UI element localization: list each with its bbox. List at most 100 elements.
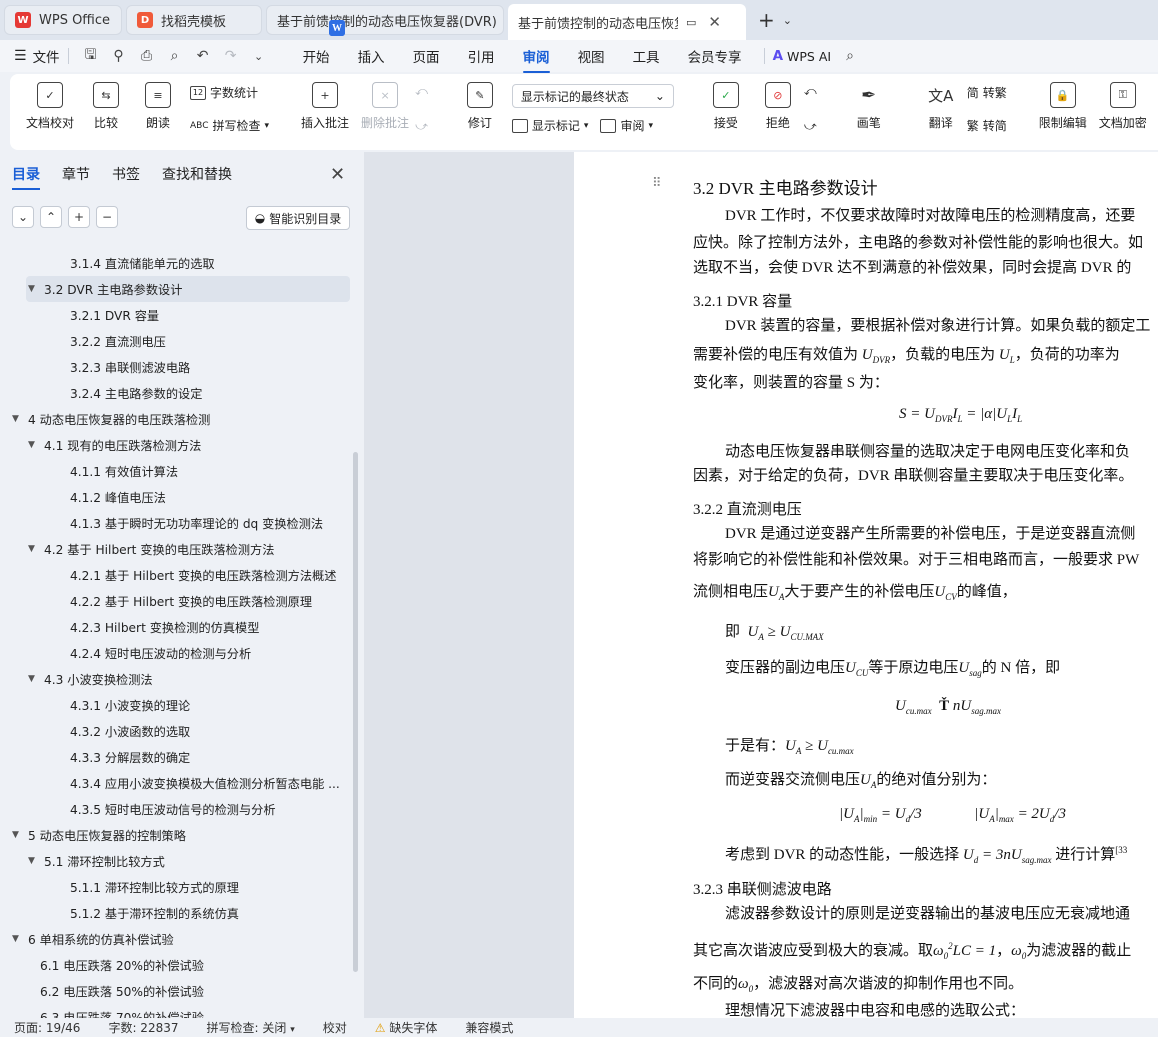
translate-button[interactable]: 文A 翻译: [921, 82, 961, 131]
chevron-down-icon[interactable]: ⌄: [783, 14, 792, 27]
expand-arrow-icon[interactable]: ▼: [28, 284, 40, 294]
missing-font-status[interactable]: ⚠ 缺失字体: [361, 1019, 452, 1036]
word-count-button[interactable]: 12 字数统计: [190, 84, 269, 101]
compare-button[interactable]: ⇆ 比较: [86, 82, 126, 131]
minus-icon[interactable]: −: [96, 206, 118, 228]
toc-item[interactable]: ▼ 4 动态电压恢复器的电压跌落检测: [0, 406, 352, 432]
chevron-down-icon[interactable]: ⌄: [250, 47, 268, 65]
tab-toc[interactable]: 目录: [12, 164, 40, 190]
toc-item[interactable]: 4.3.3 分解层数的确定: [0, 744, 352, 770]
toc-item[interactable]: 3.2.2 直流测电压: [0, 328, 352, 354]
spell-check-status[interactable]: 拼写检查: 关闭 ▾: [193, 1019, 309, 1036]
file-menu[interactable]: 文件: [33, 46, 60, 66]
tab-sections[interactable]: 章节: [62, 164, 90, 184]
toc-item[interactable]: 4.3.5 短时电压波动信号的检测与分析: [0, 796, 352, 822]
expand-arrow-icon[interactable]: ▼: [12, 830, 24, 840]
toc-item[interactable]: 4.2.2 基于 Hilbert 变换的电压跌落检测原理: [0, 588, 352, 614]
menu-view[interactable]: 视图: [578, 46, 605, 66]
page-indicator[interactable]: 页面: 19/46: [0, 1019, 94, 1036]
to-traditional-button[interactable]: 简转繁: [967, 84, 1007, 101]
toc-item[interactable]: 3.2.1 DVR 容量: [0, 302, 352, 328]
menu-icon[interactable]: ☰: [14, 48, 27, 64]
to-simplified-button[interactable]: 繁转简: [967, 117, 1007, 134]
toc-item[interactable]: ▼ 3.2 DVR 主电路参数设计: [26, 276, 350, 302]
pen-button[interactable]: ✒ 画笔: [849, 82, 889, 131]
smart-toc-button[interactable]: ◒ 智能识别目录: [246, 206, 350, 230]
read-aloud-button[interactable]: ≡ 朗读: [138, 82, 178, 131]
print-preview-icon[interactable]: ⌕: [166, 47, 184, 65]
redo-icon[interactable]: ↷: [222, 47, 240, 65]
toc-item[interactable]: 3.1.4 直流储能单元的选取: [0, 250, 352, 276]
toc-item[interactable]: 4.1.2 峰值电压法: [0, 484, 352, 510]
next-comment-icon[interactable]: ⤻: [415, 119, 428, 134]
toc-item[interactable]: 6.1 电压跌落 20%的补偿试验: [0, 952, 352, 978]
chevron-down-icon[interactable]: ⌄: [12, 206, 34, 228]
toc-item[interactable]: 4.3.2 小波函数的选取: [0, 718, 352, 744]
print-icon[interactable]: ⎙: [138, 47, 156, 65]
menu-member[interactable]: 会员专享: [688, 46, 742, 66]
expand-arrow-icon[interactable]: ▼: [28, 440, 40, 450]
toc-item[interactable]: 4.3.4 应用小波变换模极大值检测分析暂态电能 ...: [0, 770, 352, 796]
show-markup-button[interactable]: 显示标记 ▾: [511, 117, 588, 134]
menu-reference[interactable]: 引用: [468, 46, 495, 66]
plus-icon[interactable]: +: [68, 206, 90, 228]
expand-arrow-icon[interactable]: ▼: [28, 674, 40, 684]
doc-check-button[interactable]: ✓ 文档校对: [26, 82, 74, 131]
tab-wps-office[interactable]: W WPS Office: [4, 5, 122, 35]
expand-arrow-icon[interactable]: ▼: [12, 934, 24, 944]
expand-arrow-icon[interactable]: ▼: [28, 856, 40, 866]
toc-item[interactable]: ▼ 4.1 现有的电压跌落检测方法: [0, 432, 352, 458]
toc-item[interactable]: 4.2.3 Hilbert 变换检测的仿真模型: [0, 614, 352, 640]
prev-change-icon[interactable]: ⤺: [804, 84, 817, 99]
toc-item[interactable]: 6.2 电压跌落 50%的补偿试验: [0, 978, 352, 1004]
toc-item[interactable]: 5.1.2 基于滞环控制的系统仿真: [0, 900, 352, 926]
prev-comment-icon[interactable]: ⤺: [415, 84, 428, 99]
toc-scrollbar[interactable]: [353, 452, 358, 972]
menu-page[interactable]: 页面: [413, 46, 440, 66]
toc-item[interactable]: 3.2.3 串联侧滤波电路: [0, 354, 352, 380]
toc-item[interactable]: ▼ 5.1 滞环控制比较方式: [0, 848, 352, 874]
toc-item[interactable]: ▼ 4.2 基于 Hilbert 变换的电压跌落检测方法: [0, 536, 352, 562]
encrypt-button[interactable]: ⚿ 文档加密: [1099, 82, 1147, 131]
spell-check-button[interactable]: ABC 拼写检查 ▾: [190, 117, 269, 134]
new-tab-icon[interactable]: +: [758, 8, 775, 32]
tab-template[interactable]: D 找稻壳模板: [126, 5, 262, 35]
close-panel-icon[interactable]: ✕: [330, 164, 345, 185]
close-tab-icon[interactable]: ✕: [708, 13, 721, 31]
expand-arrow-icon[interactable]: ▼: [28, 544, 40, 554]
search-icon[interactable]: ⌕: [841, 47, 859, 65]
proof-status[interactable]: 校对: [309, 1019, 361, 1036]
toc-item[interactable]: 4.1.3 基于瞬时无功功率理论的 dq 变换检测法: [0, 510, 352, 536]
menu-review[interactable]: 审阅: [522, 46, 550, 73]
review-pane-button[interactable]: 审阅 ▾: [600, 117, 653, 134]
menu-insert[interactable]: 插入: [358, 46, 385, 66]
delete-comment-button[interactable]: × 删除批注: [361, 82, 409, 131]
drag-handle-icon[interactable]: ⠿: [652, 176, 662, 191]
toc-item[interactable]: 4.1.1 有效值计算法: [0, 458, 352, 484]
insert-comment-button[interactable]: + 插入批注: [301, 82, 349, 131]
revise-button[interactable]: ✎ 修订: [460, 82, 500, 131]
accept-button[interactable]: ✓ 接受: [706, 82, 746, 131]
word-count[interactable]: 字数: 22837: [94, 1019, 192, 1036]
reject-button[interactable]: ⊘ 拒绝: [758, 82, 798, 131]
toc-item[interactable]: 4.2.1 基于 Hilbert 变换的电压跌落检测方法概述: [0, 562, 352, 588]
undo-icon[interactable]: ↶: [194, 47, 212, 65]
tab-document-active[interactable]: W 基于前馈控制的动态电压恢复器 ▭ ✕: [329, 4, 746, 40]
share-icon[interactable]: ⚲: [110, 47, 128, 65]
menu-start[interactable]: 开始: [303, 46, 330, 66]
tab-find-replace[interactable]: 查找和替换: [162, 164, 232, 184]
expand-arrow-icon[interactable]: ▼: [12, 414, 24, 424]
save-icon[interactable]: 🖫: [82, 47, 100, 65]
menu-tools[interactable]: 工具: [633, 46, 660, 66]
toc-item[interactable]: 3.2.4 主电路参数的设定: [0, 380, 352, 406]
tab-bookmarks[interactable]: 书签: [112, 164, 140, 184]
toc-item[interactable]: ▼ 4.3 小波变换检测法: [0, 666, 352, 692]
toc-item[interactable]: 4.3.1 小波变换的理论: [0, 692, 352, 718]
tab-document-1[interactable]: W 基于前馈控制的动态电压恢复器(DVR): [266, 5, 504, 36]
markup-state-select[interactable]: 显示标记的最终状态 ⌄: [511, 84, 674, 108]
toc-item[interactable]: ▼ 5 动态电压恢复器的控制策略: [0, 822, 352, 848]
wps-ai-button[interactable]: WPS AI: [787, 49, 831, 64]
restrict-edit-button[interactable]: 🔒 限制编辑: [1039, 82, 1087, 131]
toc-item[interactable]: ▼ 6 单相系统的仿真补偿试验: [0, 926, 352, 952]
toc-item[interactable]: 4.2.4 短时电压波动的检测与分析: [0, 640, 352, 666]
